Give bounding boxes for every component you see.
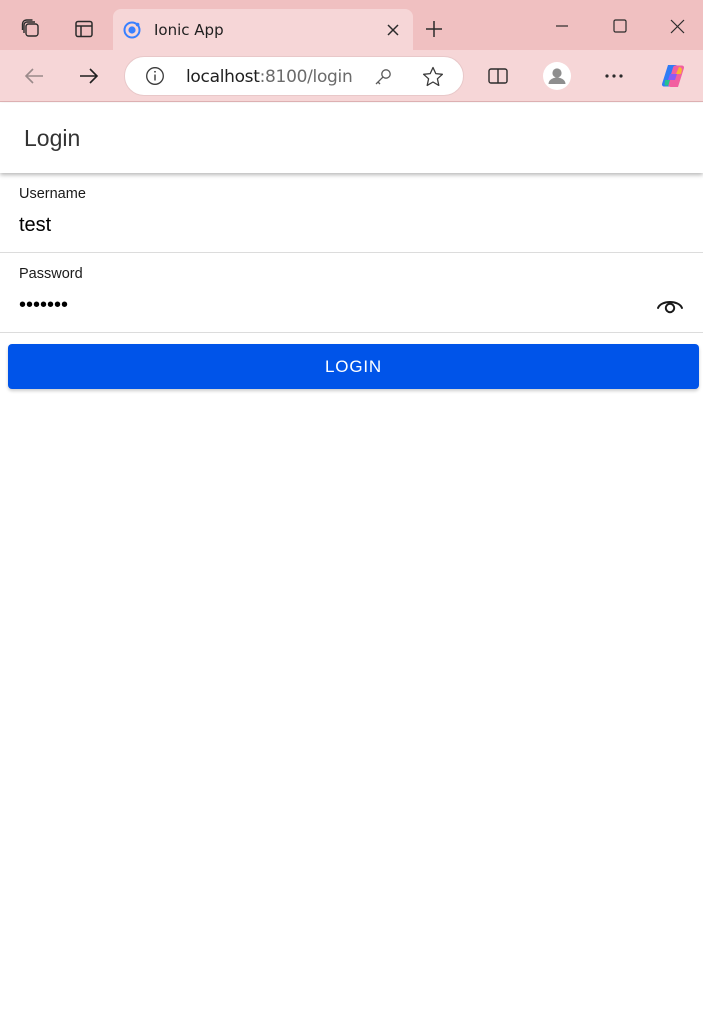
page-title: Login — [24, 125, 81, 151]
tab-strip: Ionic App — [0, 0, 703, 50]
eye-icon[interactable] — [655, 293, 685, 317]
workspaces-icon[interactable] — [14, 12, 48, 46]
browser-chrome: Ionic App localhost:8100/login — [0, 0, 703, 102]
username-label: Username — [19, 186, 86, 202]
url-text[interactable]: localhost:8100/login — [186, 67, 353, 87]
split-screen-icon[interactable] — [481, 59, 515, 93]
password-label: Password — [19, 266, 83, 282]
info-icon[interactable] — [145, 66, 165, 86]
tab-active[interactable]: Ionic App — [113, 9, 413, 50]
close-icon[interactable] — [383, 20, 403, 40]
password-item[interactable]: Password ••••••• — [0, 253, 703, 333]
window-close-icon[interactable] — [657, 10, 697, 42]
maximize-icon[interactable] — [600, 10, 640, 42]
copilot-icon[interactable] — [656, 59, 690, 93]
minimize-icon[interactable] — [542, 10, 582, 42]
tab-actions-icon[interactable] — [67, 12, 101, 46]
arrow-left-icon[interactable] — [17, 59, 51, 93]
url-path: :8100/login — [259, 67, 353, 87]
app-header: Login — [0, 103, 703, 173]
plus-icon[interactable] — [417, 12, 451, 46]
more-icon[interactable] — [597, 59, 631, 93]
ionic-favicon-icon — [123, 21, 141, 39]
username-item[interactable]: Username — [0, 173, 703, 253]
tab-title: Ionic App — [154, 21, 224, 39]
arrow-right-icon[interactable] — [72, 59, 106, 93]
login-button[interactable]: LOGIN — [8, 344, 699, 389]
profile-icon[interactable] — [540, 59, 574, 93]
divider — [0, 332, 703, 333]
key-icon[interactable] — [373, 67, 393, 87]
username-input[interactable] — [19, 211, 639, 239]
star-icon[interactable] — [421, 65, 445, 89]
address-bar[interactable]: localhost:8100/login — [124, 56, 464, 96]
browser-toolbar: localhost:8100/login — [0, 50, 703, 102]
url-host: localhost — [186, 67, 260, 87]
password-input[interactable]: ••••••• — [19, 294, 68, 317]
